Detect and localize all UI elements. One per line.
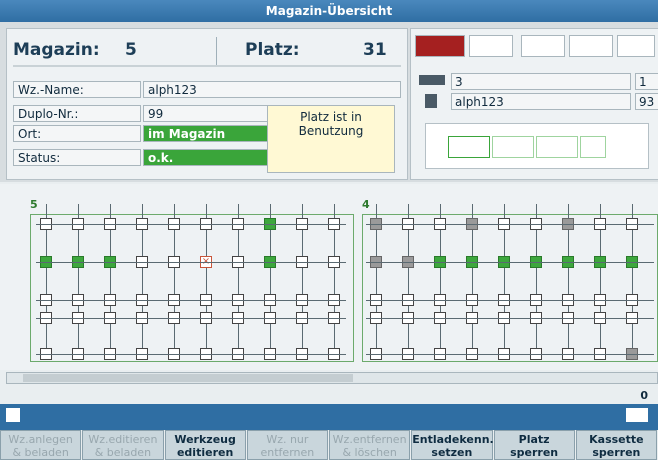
field-label: Ort: [13, 125, 141, 142]
grid-line [366, 318, 654, 319]
tool-row-value: 93 [635, 93, 658, 110]
softkey-button[interactable]: Entladekenn. setzen [411, 430, 494, 460]
tool-row-value: 1 [635, 73, 658, 90]
magazine-label-left: 5 [30, 198, 38, 211]
tool-detail-panel: 3 1 alph123 93 [410, 28, 658, 180]
status-bar: 0 [0, 386, 658, 404]
field-value[interactable]: alph123 [143, 81, 401, 98]
grid-line [36, 224, 346, 225]
tool-holder-icon [425, 94, 437, 108]
magazine-header: Magazin: 5 Platz: 31 [13, 37, 401, 67]
softkey-button[interactable]: Wz.entfernen & löschen [329, 430, 411, 460]
field-value: im Magazin [143, 125, 271, 142]
softkey-button[interactable]: Wz. nur entfernen [246, 430, 328, 460]
tool-info-panel: Magazin: 5 Platz: 31 Wz.-Name: alph123 D… [6, 28, 408, 180]
tool-row-text: 3 [451, 73, 631, 90]
grid-line [366, 262, 654, 263]
header-divider [216, 37, 217, 65]
horizontal-scrollbar[interactable] [6, 372, 658, 384]
grid-line [36, 354, 346, 355]
tool-outline [492, 136, 534, 158]
softkey-button[interactable]: Kassette sperren [575, 430, 657, 460]
magazin-label: Magazin: [13, 40, 100, 60]
tool-geometry-preview [425, 123, 649, 169]
softkey-header [0, 404, 658, 430]
window-title: Magazin-Übersicht [0, 0, 658, 22]
grid-line [36, 318, 346, 319]
softkey-button[interactable]: Wz.editieren & beladen [82, 430, 164, 460]
tool-outline [536, 136, 578, 158]
grid-line [366, 300, 654, 301]
grid-line [36, 300, 346, 301]
tool-icon [419, 75, 445, 85]
magazin-value: 5 [125, 40, 137, 60]
scrollbar-thumb[interactable] [23, 374, 353, 382]
status-value: 0 [640, 389, 648, 402]
tool-type-empty[interactable] [521, 35, 565, 57]
softkey-button[interactable]: Wz.anlegen & beladen [0, 430, 82, 460]
field-label: Duplo-Nr.: [13, 105, 141, 122]
next-page-icon[interactable] [626, 408, 648, 422]
magazine-right [362, 214, 658, 362]
softkey-button[interactable]: Werkzeug editieren [164, 430, 246, 460]
grid-line [366, 354, 654, 355]
tool-outline [448, 136, 490, 158]
tool-type-empty[interactable] [569, 35, 613, 57]
tool-size-icon[interactable] [617, 35, 655, 57]
tool-outline [580, 136, 606, 158]
platz-label: Platz: [245, 40, 300, 60]
slot-in-use-notice: Platz ist in Benutzung [267, 105, 395, 173]
scroll-up-icon[interactable] [6, 408, 20, 422]
platz-value: 31 [363, 40, 387, 60]
grid-line [366, 224, 654, 225]
grid-line [36, 262, 346, 263]
softkey-button[interactable]: Platz sperren [493, 430, 575, 460]
magazine-label-right: 4 [362, 198, 370, 211]
tool-type-empty[interactable] [469, 35, 513, 57]
tool-row-text: alph123 [451, 93, 631, 110]
field-value[interactable]: 99 [143, 105, 271, 122]
magazine-grid: 5 4 [0, 184, 658, 370]
field-value: o.k. [143, 149, 271, 166]
field-label: Wz.-Name: [13, 81, 141, 98]
field-label: Status: [13, 149, 141, 166]
tool-type-icon[interactable] [415, 35, 465, 57]
